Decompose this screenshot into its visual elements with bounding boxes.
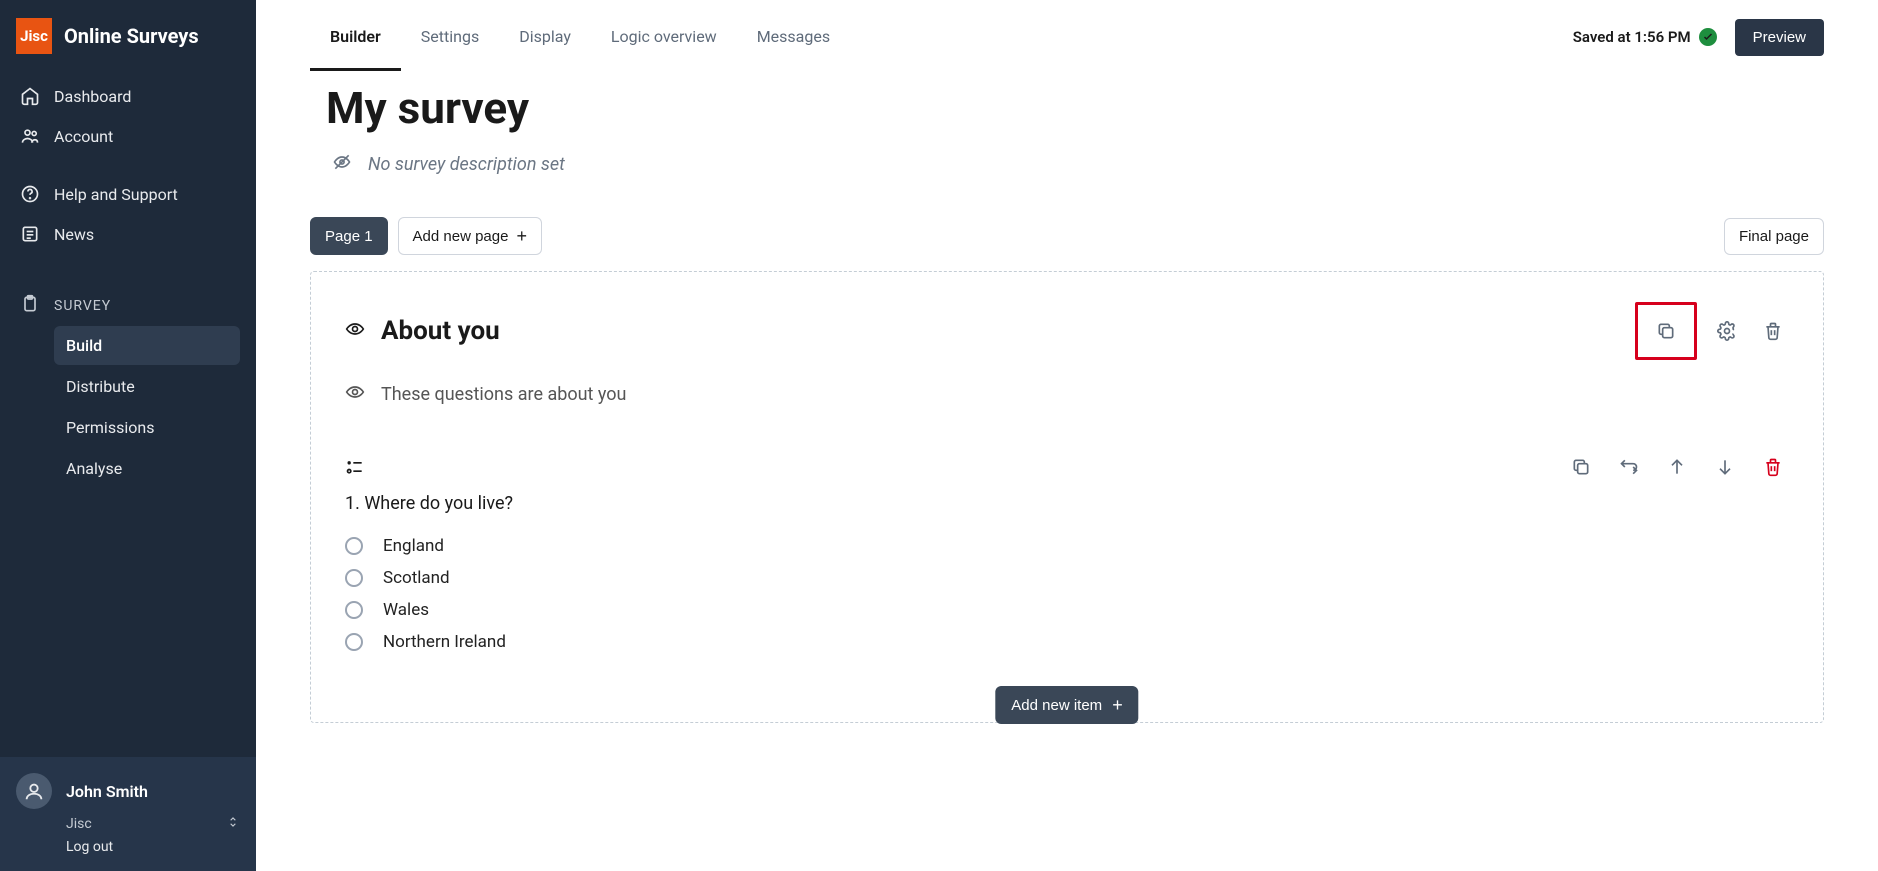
option-label: England <box>383 536 444 556</box>
org-name: Jisc <box>66 816 92 832</box>
brand-logo: Jisc <box>16 18 52 54</box>
org-switcher[interactable]: Jisc <box>16 815 240 833</box>
section-title-row[interactable]: About you <box>345 316 500 346</box>
sidebar-item-dashboard[interactable]: Dashboard <box>8 76 248 116</box>
move-down-button[interactable] <box>1709 451 1741 483</box>
avatar <box>16 773 52 809</box>
question-options: England Scotland Wales Northern Ireland <box>345 536 1789 652</box>
check-icon <box>1699 28 1717 46</box>
sidebar-item-label: Help and Support <box>54 185 178 204</box>
preview-button[interactable]: Preview <box>1735 19 1824 56</box>
question-text: 1. Where do you live? <box>345 493 1789 514</box>
final-page-button[interactable]: Final page <box>1724 218 1824 255</box>
copy-section-button[interactable] <box>1650 315 1682 347</box>
section-description: These questions are about you <box>381 384 626 405</box>
news-icon <box>20 224 40 244</box>
survey-description-placeholder: No survey description set <box>368 154 565 175</box>
survey-title[interactable]: My survey <box>326 82 1808 134</box>
nav-primary: Dashboard Account <box>0 72 256 160</box>
section-actions <box>1635 302 1789 360</box>
tab-settings[interactable]: Settings <box>401 3 499 71</box>
move-up-button[interactable] <box>1661 451 1693 483</box>
sidebar-item-help[interactable]: Help and Support <box>8 174 248 214</box>
question-top-row <box>345 451 1789 483</box>
tabs: Builder Settings Display Logic overview … <box>310 3 850 71</box>
option-label: Northern Ireland <box>383 632 506 652</box>
survey-header: My survey No survey description set <box>310 74 1824 217</box>
sidebar-item-distribute[interactable]: Distribute <box>54 367 240 406</box>
toptools: Saved at 1:56 PM Preview <box>1573 19 1824 56</box>
survey-description-row[interactable]: No survey description set <box>326 152 1808 177</box>
option-row[interactable]: England <box>345 536 1789 556</box>
save-status: Saved at 1:56 PM <box>1573 28 1717 46</box>
home-icon <box>20 86 40 106</box>
radio-icon <box>345 569 363 587</box>
add-page-label: Add new page <box>413 228 509 245</box>
option-label: Wales <box>383 600 429 620</box>
logout-link[interactable]: Log out <box>16 839 240 855</box>
main: Builder Settings Display Logic overview … <box>256 0 1878 871</box>
multiple-choice-icon <box>345 457 365 477</box>
eye-off-icon <box>332 152 352 177</box>
section-title: About you <box>381 316 500 346</box>
question-block[interactable]: 1. Where do you live? England Scotland W… <box>345 451 1789 652</box>
sidebar-item-label: News <box>54 225 94 244</box>
brand[interactable]: Jisc Online Surveys <box>0 0 256 72</box>
sidebar-item-label: Account <box>54 127 113 146</box>
radio-icon <box>345 601 363 619</box>
option-row[interactable]: Wales <box>345 600 1789 620</box>
eye-icon <box>345 382 365 407</box>
option-row[interactable]: Northern Ireland <box>345 632 1789 652</box>
tab-builder[interactable]: Builder <box>310 3 401 71</box>
sidebar-subnav: Build Distribute Permissions Analyse <box>8 326 248 488</box>
section-settings-button[interactable] <box>1711 315 1743 347</box>
tab-display[interactable]: Display <box>499 3 591 71</box>
sidebar-item-label: Dashboard <box>54 87 131 106</box>
add-item-button[interactable]: Add new item + <box>995 686 1138 724</box>
sidebar-item-permissions[interactable]: Permissions <box>54 408 240 447</box>
sidebar-item-news[interactable]: News <box>8 214 248 254</box>
page-tabs-row: Page 1 Add new page + Final page <box>310 217 1824 255</box>
section-description-row[interactable]: These questions are about you <box>345 382 1789 407</box>
updown-icon <box>226 815 240 833</box>
save-status-text: Saved at 1:56 PM <box>1573 28 1691 46</box>
delete-section-button[interactable] <box>1757 315 1789 347</box>
canvas: About you <box>310 271 1824 723</box>
question-actions <box>1565 451 1789 483</box>
radio-icon <box>345 537 363 555</box>
user-name: John Smith <box>66 782 148 801</box>
users-icon <box>20 126 40 146</box>
highlight-annotation <box>1635 302 1697 360</box>
plus-icon: + <box>516 227 527 245</box>
sidebar-item-account[interactable]: Account <box>8 116 248 156</box>
page-tab-1[interactable]: Page 1 <box>310 217 388 255</box>
nav-secondary: Help and Support News <box>0 170 256 258</box>
nav-survey-group: SURVEY Build Distribute Permissions Anal… <box>0 276 256 494</box>
option-label: Scotland <box>383 568 450 588</box>
add-item-label: Add new item <box>1011 697 1102 714</box>
add-page-button[interactable]: Add new page + <box>398 217 542 255</box>
sidebar: Jisc Online Surveys Dashboard Account He… <box>0 0 256 871</box>
sidebar-item-build[interactable]: Build <box>54 326 240 365</box>
clipboard-icon <box>20 294 40 318</box>
sidebar-group-label: SURVEY <box>54 298 111 314</box>
section-header-row: About you <box>345 302 1789 360</box>
tab-messages[interactable]: Messages <box>737 3 850 71</box>
eye-icon <box>345 319 365 343</box>
radio-icon <box>345 633 363 651</box>
topbar: Builder Settings Display Logic overview … <box>256 0 1878 74</box>
copy-question-button[interactable] <box>1565 451 1597 483</box>
sidebar-group-survey[interactable]: SURVEY <box>8 280 248 324</box>
plus-icon: + <box>1112 696 1123 714</box>
help-icon <box>20 184 40 204</box>
content: My survey No survey description set Page… <box>256 74 1878 763</box>
user-block: John Smith Jisc Log out <box>0 757 256 871</box>
brand-name: Online Surveys <box>64 24 199 48</box>
delete-question-button[interactable] <box>1757 451 1789 483</box>
sidebar-item-analyse[interactable]: Analyse <box>54 449 240 488</box>
tab-logic[interactable]: Logic overview <box>591 3 737 71</box>
option-row[interactable]: Scotland <box>345 568 1789 588</box>
swap-question-button[interactable] <box>1613 451 1645 483</box>
